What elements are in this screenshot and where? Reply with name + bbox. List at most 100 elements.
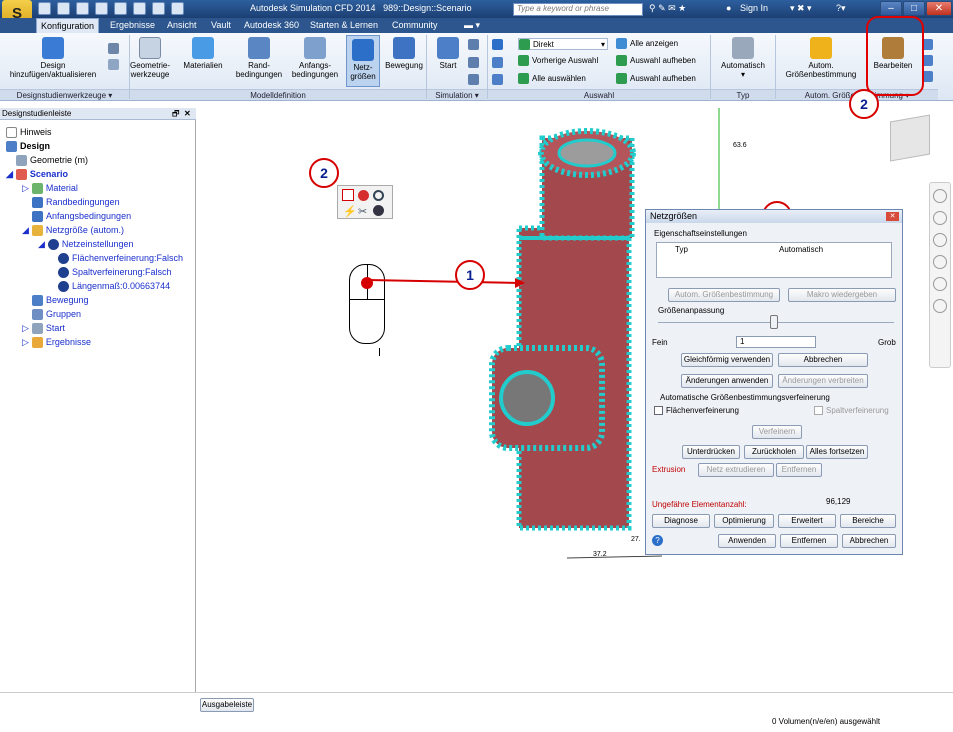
clear-selection-2-button[interactable]: Auswahl aufheben (616, 73, 696, 84)
properties-table[interactable]: Typ Automatisch (656, 242, 892, 278)
zoom-icon[interactable] (933, 233, 947, 247)
uniform-button[interactable]: Gleichförmig verwenden (681, 353, 773, 367)
boundary-conditions-button[interactable]: Rand- bedingungen (232, 37, 286, 79)
tree-item-geometry[interactable]: Geometrie (m) (2, 153, 183, 167)
tree-item-gap-refine[interactable]: Spaltverfeinerung:Falsch (2, 265, 183, 279)
refine-button[interactable]: Verfeinern (752, 425, 802, 439)
tree-item-start[interactable]: ▷ Start (2, 321, 183, 335)
steering-wheel-icon[interactable] (933, 189, 947, 203)
tree-item-scenario[interactable]: ◢ Scenario (2, 167, 183, 181)
pan-hand-icon[interactable] (933, 211, 947, 225)
tree-item-hinweis[interactable]: Hinweis (2, 125, 183, 139)
tree-item-material[interactable]: ▷ Material (2, 181, 183, 195)
selection-mode-select[interactable]: Direkt ▾ (518, 38, 608, 50)
undo-icon[interactable] (114, 2, 127, 15)
macro-button[interactable]: Makro wiedergeben (788, 288, 896, 302)
show-all-button[interactable]: Alle anzeigen (616, 38, 678, 49)
tab-vault[interactable]: Vault (207, 18, 235, 33)
tree-item-design[interactable]: Design (2, 139, 183, 153)
sim-list-icon[interactable] (468, 57, 479, 68)
sim-table-icon[interactable] (468, 39, 479, 50)
list-icon[interactable] (108, 59, 119, 70)
showmotion-icon[interactable] (933, 299, 947, 313)
tree-item-boundary[interactable]: Randbedingungen (2, 195, 183, 209)
stop-mini-icon[interactable] (358, 190, 369, 201)
tree-item-surface-refine[interactable]: Flächenverfeinerung:Falsch (2, 251, 183, 265)
select-volume-icon[interactable] (492, 57, 503, 68)
tree-item-results[interactable]: ▷ Ergebnisse (2, 335, 183, 349)
expand-icon[interactable]: ▷ (22, 337, 29, 348)
expand-icon[interactable]: ▷ (22, 183, 29, 194)
cancel-size-button[interactable]: Abbrechen (778, 353, 868, 367)
collapse-icon[interactable]: ◢ (6, 169, 13, 180)
initial-conditions-button[interactable]: Anfangs- bedingungen (286, 37, 344, 79)
type-automatic-select[interactable]: Automatisch ▾ (712, 37, 774, 79)
cancel-button[interactable]: Abbrechen (842, 534, 896, 548)
help-icon[interactable]: ? (652, 535, 663, 546)
tab-overflow-icon[interactable]: ▬ ▾ (464, 20, 480, 31)
pin-icon[interactable]: 🗗 (172, 108, 180, 120)
auto-size-dialog-button[interactable]: Autom. Größenbestimmung (668, 288, 780, 302)
extended-button[interactable]: Erweitert (778, 514, 836, 528)
auto-sizing-button[interactable]: Autom. Größenbestimmung (778, 37, 864, 79)
refresh-mini-icon[interactable] (373, 190, 384, 201)
search-input[interactable]: Type a keyword or phrase (513, 3, 643, 16)
dialog-title-bar[interactable]: Netzgrößen ✕ (646, 210, 902, 223)
spread-changes-button[interactable]: Änderungen verbreiten (778, 374, 868, 388)
design-update-button[interactable]: Design hinzufügen/aktualisieren (2, 37, 104, 79)
tree-item-initial[interactable]: Anfangsbedingungen (2, 209, 183, 223)
remove-extrusion-button[interactable]: Entfernen (776, 463, 822, 477)
tab-starten-lernen[interactable]: Starten & Lernen (306, 18, 382, 33)
size-slider-thumb[interactable] (770, 315, 778, 329)
wrench-mini-icon[interactable]: ✂ (358, 205, 367, 218)
apply-button[interactable]: Anwenden (718, 534, 776, 548)
mesh-size-button[interactable]: Netz- größen (346, 35, 380, 87)
info-mini-icon[interactable] (373, 205, 384, 216)
save-all-icon[interactable] (95, 2, 108, 15)
tab-autodesk-360[interactable]: Autodesk 360 (240, 18, 303, 33)
materials-button[interactable]: Materialien (172, 37, 234, 70)
close-panel-icon[interactable]: ✕ (184, 108, 191, 120)
sim-mail-icon[interactable] (468, 74, 479, 85)
apply-changes-button[interactable]: Änderungen anwenden (681, 374, 773, 388)
remove-button[interactable]: Entfernen (780, 534, 838, 548)
tree-item-length[interactable]: Längenmaß:0.00663744 (2, 279, 183, 293)
output-bar-button[interactable]: Ausgabeleiste (200, 698, 254, 712)
select-mode-icon[interactable] (492, 39, 503, 50)
maximize-button[interactable]: □ (903, 1, 925, 16)
restore-button[interactable]: Zurückholen (744, 445, 804, 459)
select-all-button[interactable]: Alle auswählen (518, 73, 586, 84)
gap-refine-checkbox[interactable]: Spaltverfeinerung (814, 406, 889, 415)
geometry-tools-button[interactable]: Geometrie- werkzeuge (124, 37, 176, 79)
expand-icon[interactable]: ▷ (22, 323, 29, 334)
collapse-icon[interactable]: ◢ (22, 225, 29, 236)
extrude-mesh-button[interactable]: Netz extrudieren (698, 463, 774, 477)
tree-item-groups[interactable]: Gruppen (2, 307, 183, 321)
select-surface-icon[interactable] (492, 74, 503, 85)
save-icon[interactable] (76, 2, 89, 15)
regions-button[interactable]: Bereiche (840, 514, 896, 528)
motion-button[interactable]: Bewegung (382, 37, 426, 70)
prev-selection-button[interactable]: Vorherige Auswahl (518, 55, 598, 66)
collapse-icon[interactable]: ◢ (38, 239, 45, 250)
optimize-button[interactable]: Optimierung (714, 514, 774, 528)
suppress-button[interactable]: Unterdrücken (682, 445, 740, 459)
sign-in-link[interactable]: Sign In (740, 3, 768, 13)
tab-ansicht[interactable]: Ansicht (163, 18, 201, 33)
minimize-button[interactable]: – (880, 1, 902, 16)
look-icon[interactable] (933, 277, 947, 291)
orbit-icon[interactable] (933, 255, 947, 269)
dialog-close-button[interactable]: ✕ (886, 212, 899, 221)
group-label-design-tools[interactable]: Designstudienwerkzeuge ▾ (0, 89, 129, 100)
exchange-icon[interactable]: ▾ ✖ ▾ (790, 3, 812, 14)
tab-ergebnisse[interactable]: Ergebnisse (106, 18, 159, 33)
size-value-input[interactable]: 1 (736, 336, 816, 348)
close-button[interactable]: ✕ (926, 1, 952, 16)
tree-item-mesh-settings[interactable]: ◢ Netzeinstellungen (2, 237, 183, 251)
continue-all-button[interactable]: Alles fortsetzen (806, 445, 868, 459)
view-cube[interactable] (890, 114, 930, 162)
open-icon[interactable] (57, 2, 70, 15)
help-icon[interactable]: ?▾ (836, 3, 846, 14)
tree-item-mesh[interactable]: ◢ Netzgröße (autom.) (2, 223, 183, 237)
tab-konfiguration[interactable]: Konfiguration (36, 18, 100, 33)
